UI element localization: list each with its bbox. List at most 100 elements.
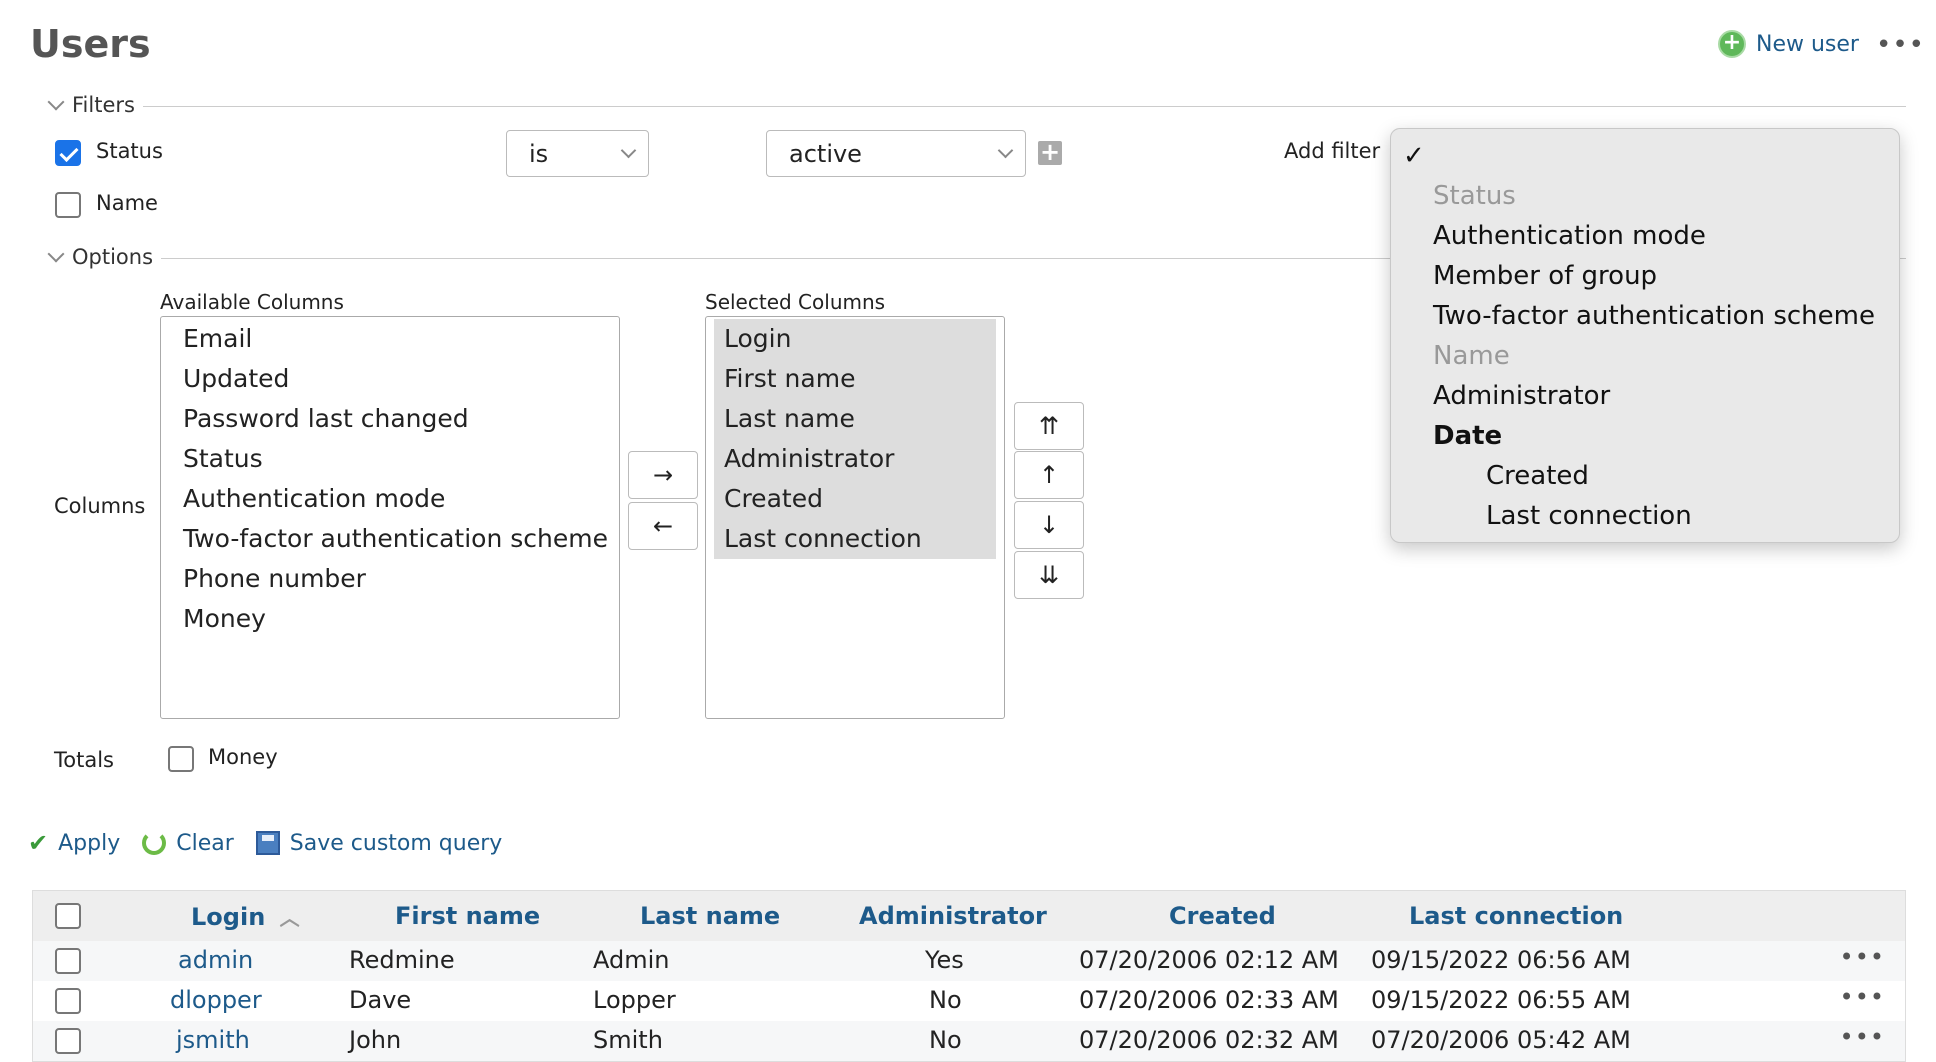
status-value-select[interactable]: active (766, 130, 1026, 177)
column-header-created[interactable]: Created (1169, 902, 1276, 930)
save-query-link[interactable]: Save custom query (255, 830, 503, 856)
totals-money-checkbox[interactable] (168, 746, 194, 772)
columns-label: Columns (54, 494, 146, 518)
row-actions-icon[interactable]: ••• (1840, 983, 1885, 1011)
table-header-row: Login ︿ First name Last name Administrat… (33, 891, 1905, 941)
options-legend-label: Options (72, 245, 154, 269)
status-value: active (789, 139, 862, 168)
selected-column-option[interactable]: Last connection (714, 519, 996, 559)
selected-column-option[interactable]: Created (714, 479, 996, 519)
chevron-down-icon (620, 142, 637, 158)
login-link[interactable]: jsmith (176, 1026, 250, 1054)
add-filter-label: Add filter (1284, 139, 1381, 163)
available-columns-list[interactable]: Email Updated Password last changed Stat… (160, 316, 620, 719)
last-name-cell: Lopper (593, 986, 676, 1014)
table-row: admin Redmine Admin Yes 07/20/2006 02:12… (33, 941, 1905, 981)
name-filter-label: Name (96, 191, 158, 215)
sort-ascending-icon: ︿ (279, 906, 300, 930)
login-header-label: Login (191, 903, 266, 931)
add-filter-dropdown[interactable]: ✓ Status Authentication mode Member of g… (1390, 128, 1900, 543)
filters-divider (30, 106, 1906, 107)
apply-label: Apply (58, 830, 121, 856)
available-column-option[interactable]: Money (169, 599, 611, 639)
query-actions: ✔ Apply Clear Save custom query (28, 829, 524, 857)
name-filter-checkbox[interactable] (55, 192, 81, 218)
totals-money-label: Money (208, 745, 278, 769)
clear-link[interactable]: Clear (142, 831, 234, 856)
move-left-button[interactable]: ← (628, 502, 698, 550)
available-column-option[interactable]: Updated (169, 359, 611, 399)
available-column-option[interactable]: Phone number (169, 559, 611, 599)
status-operator-select[interactable]: is (506, 130, 649, 177)
column-header-administrator[interactable]: Administrator (859, 902, 1047, 930)
selected-column-option[interactable]: Last name (714, 399, 996, 439)
last-connection-cell: 09/15/2022 06:56 AM (1371, 946, 1631, 974)
selected-column-option[interactable]: First name (714, 359, 996, 399)
column-header-login[interactable]: Login ︿ (191, 902, 300, 931)
row-checkbox[interactable] (55, 988, 81, 1014)
available-column-option[interactable]: Email (169, 319, 611, 359)
available-column-option[interactable]: Password last changed (169, 399, 611, 439)
users-table: Login ︿ First name Last name Administrat… (32, 890, 1906, 1062)
login-link[interactable]: admin (178, 946, 253, 974)
created-cell: 07/20/2006 02:12 AM (1079, 946, 1339, 974)
available-column-option[interactable]: Two-factor authentication scheme (169, 519, 611, 559)
row-actions-icon[interactable]: ••• (1840, 943, 1885, 971)
available-columns-label: Available Columns (160, 290, 344, 314)
save-label: Save custom query (289, 830, 503, 856)
dropdown-option-created[interactable]: Created (1486, 461, 1589, 491)
dropdown-option-administrator[interactable]: Administrator (1433, 381, 1610, 411)
administrator-cell: No (929, 1026, 962, 1054)
dropdown-option-authentication-mode[interactable]: Authentication mode (1433, 221, 1706, 251)
select-all-checkbox[interactable] (55, 903, 81, 929)
column-header-last-connection[interactable]: Last connection (1409, 902, 1623, 930)
row-checkbox[interactable] (55, 1028, 81, 1054)
last-name-cell: Admin (593, 946, 670, 974)
move-top-button[interactable]: ⇈ (1014, 402, 1084, 450)
dropdown-option-last-connection[interactable]: Last connection (1486, 501, 1692, 531)
add-value-icon[interactable]: + (1038, 140, 1062, 165)
created-cell: 07/20/2006 02:32 AM (1079, 1026, 1339, 1054)
page-title: Users (30, 22, 151, 66)
selected-column-option[interactable]: Login (714, 319, 996, 359)
dropdown-group-name: Name (1433, 341, 1510, 371)
row-actions-icon[interactable]: ••• (1840, 1023, 1885, 1051)
status-filter-checkbox[interactable] (55, 140, 81, 166)
more-actions-icon[interactable]: ••• (1876, 30, 1925, 60)
dropdown-option-member-of-group[interactable]: Member of group (1433, 261, 1657, 291)
move-right-button[interactable]: → (628, 451, 698, 499)
checkmark-icon: ✔ (28, 829, 49, 857)
available-column-option[interactable]: Authentication mode (169, 479, 611, 519)
selected-column-option[interactable]: Administrator (714, 439, 996, 479)
login-link[interactable]: dlopper (170, 986, 262, 1014)
column-header-first-name[interactable]: First name (395, 902, 540, 930)
status-filter-label: Status (96, 139, 163, 163)
last-connection-cell: 09/15/2022 06:55 AM (1371, 986, 1631, 1014)
filters-legend[interactable]: Filters (30, 93, 143, 117)
last-name-cell: Smith (593, 1026, 663, 1054)
first-name-cell: John (349, 1026, 402, 1054)
dropdown-option-two-factor-scheme[interactable]: Two-factor authentication scheme (1433, 301, 1875, 331)
available-column-option[interactable]: Status (169, 439, 611, 479)
clear-label: Clear (176, 830, 234, 856)
column-header-last-name[interactable]: Last name (640, 902, 780, 930)
checkmark-icon: ✓ (1403, 141, 1425, 171)
move-down-button[interactable]: ↓ (1014, 501, 1084, 549)
apply-link[interactable]: ✔ Apply (28, 829, 120, 857)
filters-legend-label: Filters (72, 93, 135, 117)
row-checkbox[interactable] (55, 948, 81, 974)
table-row: dlopper Dave Lopper No 07/20/2006 02:33 … (33, 981, 1905, 1021)
new-user-label: New user (1756, 31, 1859, 57)
dropdown-group-status: Status (1433, 181, 1516, 211)
options-legend[interactable]: Options (30, 245, 162, 269)
move-up-button[interactable]: ↑ (1014, 451, 1084, 499)
totals-label: Totals (54, 748, 114, 772)
chevron-down-icon (47, 245, 65, 263)
status-operator-value: is (529, 139, 549, 168)
selected-columns-list[interactable]: Login First name Last name Administrator… (705, 316, 1005, 719)
dropdown-group-date: Date (1433, 421, 1503, 451)
save-icon (255, 831, 280, 855)
move-bottom-button[interactable]: ⇊ (1014, 551, 1084, 599)
new-user-link[interactable]: + New user (1718, 30, 1859, 58)
last-connection-cell: 07/20/2006 05:42 AM (1371, 1026, 1631, 1054)
